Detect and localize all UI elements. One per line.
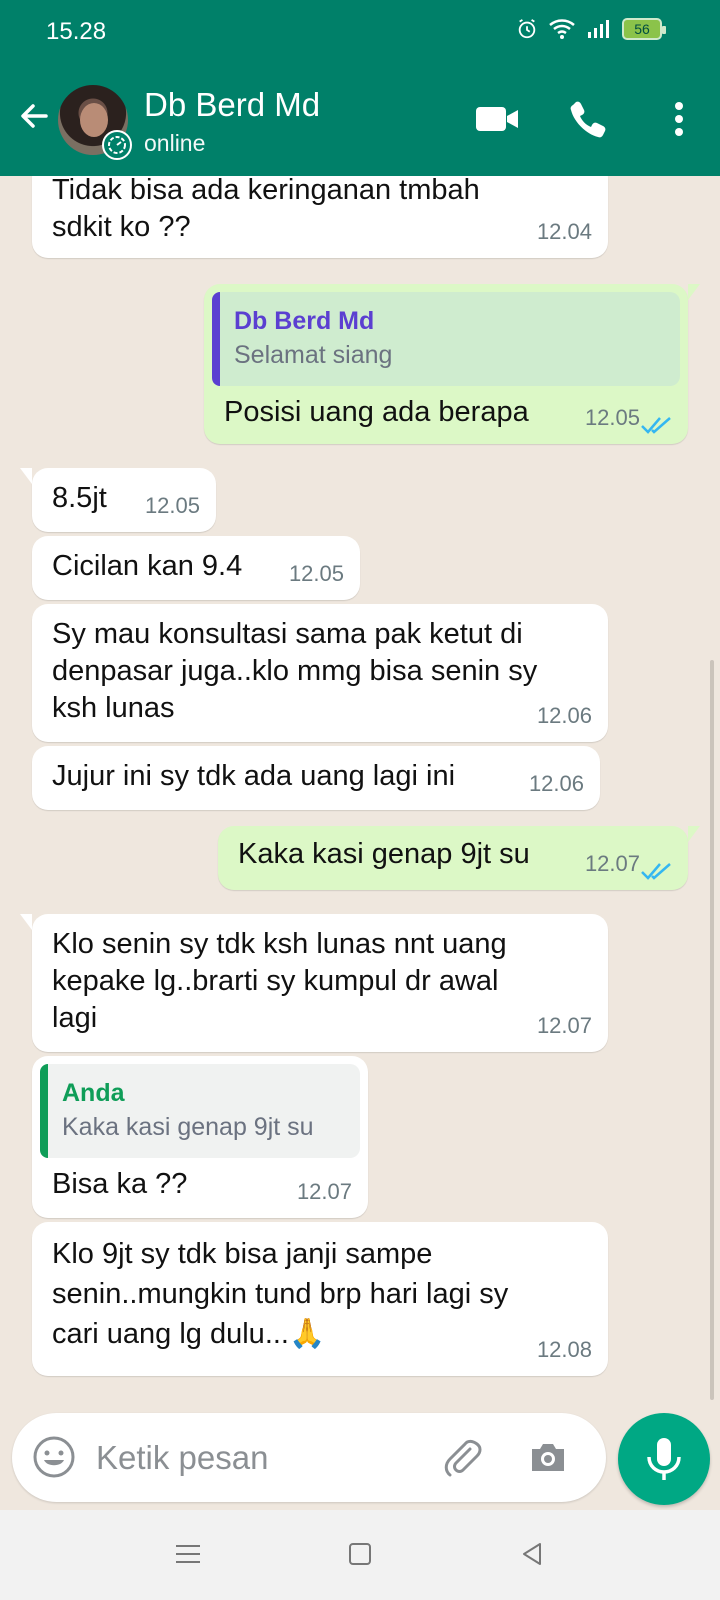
message-time: 12.08 (536, 1337, 592, 1362)
message-incoming[interactable]: Sy mau konsultasi sama pak ketut di denp… (32, 604, 608, 742)
message-text: Tidak bisa ada keringanan tmbah sdkit ko… (52, 176, 480, 243)
message-text: Sy mau konsultasi sama pak ketut di denp… (52, 618, 538, 724)
quoted-sender: Db Berd Md (234, 307, 375, 335)
system-nav-bar (0, 1510, 720, 1600)
quoted-message[interactable]: Anda Kaka kasi genap 9jt su (40, 1064, 360, 1158)
status-ring-icon (102, 130, 132, 160)
message-input-placeholder: Ketik pesan (96, 1439, 269, 1476)
read-receipt-icon (641, 863, 671, 880)
contact-name[interactable]: Db Berd Md (144, 86, 320, 124)
composer-bar: Ketik pesan (0, 1413, 720, 1510)
message-outgoing[interactable]: Db Berd Md Selamat siang Posisi uang ada… (204, 284, 700, 444)
battery-icon: 56 (622, 18, 666, 40)
quote-bar (40, 1064, 48, 1158)
emoji-icon[interactable] (32, 1435, 76, 1479)
message-text: Klo 9jt sy tdk bisa janji sampe senin..m… (52, 1238, 509, 1350)
message-text: Bisa ka ?? (52, 1168, 188, 1200)
message-outgoing[interactable]: Kaka kasi genap 9jt su 12.07 (218, 826, 700, 890)
message-text: 8.5jt (52, 482, 107, 514)
back-arrow-icon[interactable] (16, 98, 52, 134)
message-incoming[interactable]: Jujur ini sy tdk ada uang lagi ini 12.06 (32, 746, 600, 810)
back-icon[interactable] (518, 1540, 546, 1568)
message-text: Klo senin sy tdk ksh lunas nnt uang kepa… (52, 928, 507, 1034)
quoted-text: Kaka kasi genap 9jt su (62, 1113, 314, 1141)
message-time: 12.07 (296, 1179, 352, 1204)
status-icons: 56 (516, 18, 666, 40)
message-text: Posisi uang ada berapa (224, 396, 529, 428)
message-time: 12.07 (536, 1013, 592, 1038)
alarm-icon (518, 19, 536, 39)
message-input[interactable]: Ketik pesan (12, 1413, 606, 1502)
message-text: Cicilan kan 9.4 (52, 550, 243, 582)
message-time: 12.05 (584, 405, 640, 430)
chat-header: Db Berd Md online (0, 66, 720, 176)
battery-level: 56 (634, 21, 650, 37)
message-time: 12.05 (288, 561, 344, 586)
wifi-icon (549, 19, 575, 39)
camera-icon[interactable] (526, 1435, 570, 1479)
message-incoming[interactable]: Klo senin sy tdk ksh lunas nnt uang kepa… (20, 914, 608, 1052)
message-time: 12.06 (528, 771, 584, 796)
scrollbar[interactable] (710, 660, 714, 1400)
quote-bar (212, 292, 220, 386)
attach-icon[interactable] (440, 1435, 484, 1479)
voice-call-icon[interactable] (566, 96, 612, 142)
message-text: Jujur ini sy tdk ada uang lagi ini (52, 760, 456, 792)
message-time: 12.07 (584, 851, 640, 876)
quoted-sender: Anda (62, 1079, 125, 1107)
microphone-icon (647, 1438, 681, 1480)
message-incoming[interactable]: 8.5jt 12.05 (20, 468, 216, 532)
voice-record-button[interactable] (618, 1413, 710, 1505)
message-incoming[interactable]: Tidak bisa ada keringanan tmbah sdkit ko… (32, 176, 608, 258)
contact-presence: online (144, 130, 206, 156)
status-time: 15.28 (46, 18, 107, 45)
home-icon[interactable] (346, 1540, 374, 1568)
message-time: 12.05 (144, 493, 200, 518)
message-time: 12.04 (536, 219, 592, 244)
quoted-text: Selamat siang (234, 341, 393, 369)
message-incoming[interactable]: Klo 9jt sy tdk bisa janji sampe senin..m… (32, 1222, 608, 1376)
video-call-icon[interactable] (474, 96, 520, 142)
status-bar: 15.28 56 (0, 0, 720, 66)
signal-icon (588, 20, 609, 38)
message-incoming[interactable]: Anda Kaka kasi genap 9jt su Bisa ka ?? 1… (32, 1056, 368, 1218)
message-text: Kaka kasi genap 9jt su (238, 838, 530, 870)
message-time: 12.06 (536, 703, 592, 728)
quoted-message[interactable]: Db Berd Md Selamat siang (212, 292, 680, 386)
menu-icon[interactable] (174, 1540, 202, 1568)
more-options-icon[interactable] (656, 96, 702, 142)
read-receipt-icon (641, 417, 671, 434)
message-incoming[interactable]: Cicilan kan 9.4 12.05 (32, 536, 360, 600)
chat-area[interactable]: Tidak bisa ada keringanan tmbah sdkit ko… (0, 176, 720, 1413)
